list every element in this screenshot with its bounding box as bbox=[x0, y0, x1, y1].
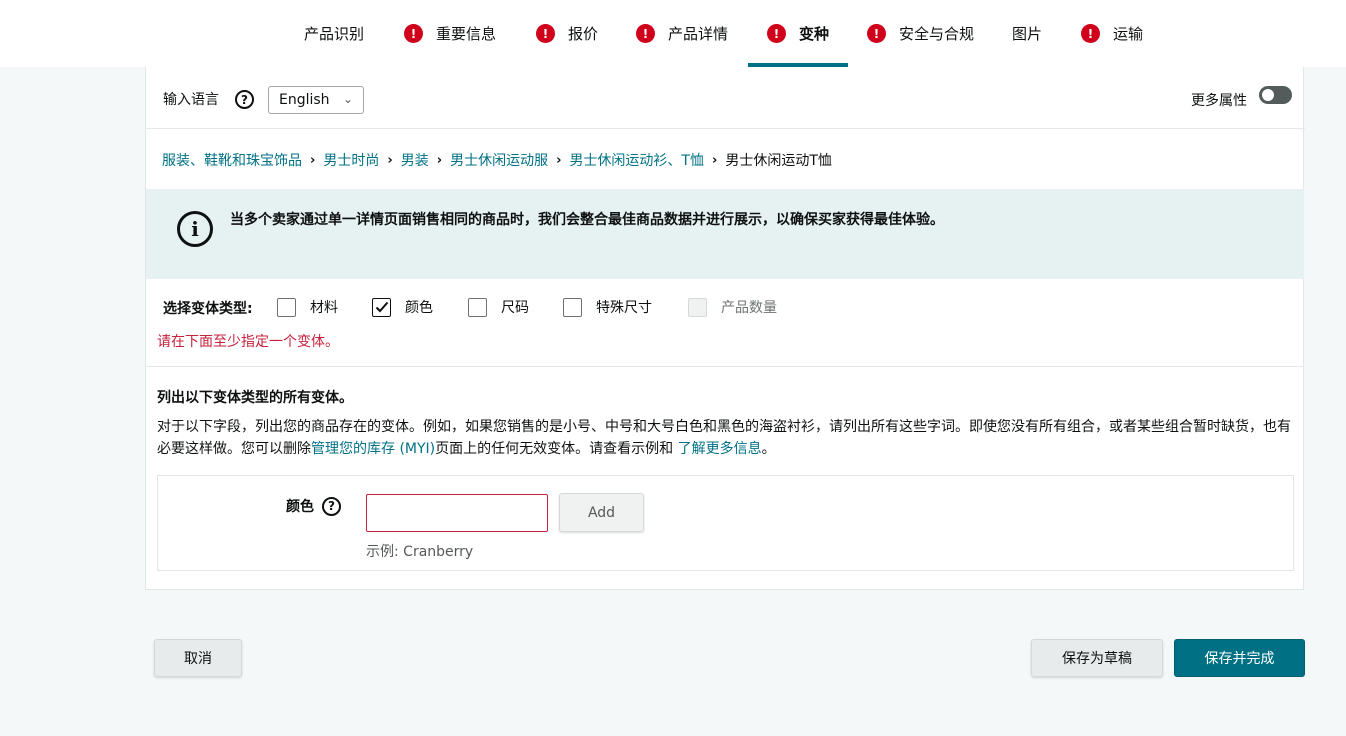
checkbox-label: 尺码 bbox=[501, 300, 529, 316]
checkbox-label: 产品数量 bbox=[721, 300, 777, 316]
tab-label: 报价 bbox=[568, 25, 599, 43]
checkbox-special-size[interactable]: 特殊尺寸 bbox=[563, 297, 652, 317]
tab-label: 安全与合规 bbox=[899, 25, 975, 43]
tab-variations[interactable]: ! 变种 bbox=[767, 0, 829, 67]
checkbox-box[interactable] bbox=[277, 297, 296, 317]
cancel-button[interactable]: 取消 bbox=[154, 639, 242, 677]
alert-icon: ! bbox=[536, 24, 555, 43]
breadcrumb-link[interactable]: 男士时尚 bbox=[323, 150, 379, 170]
checkbox-box[interactable] bbox=[468, 297, 487, 317]
add-color-button[interactable]: Add bbox=[559, 493, 644, 532]
language-selected-value: English bbox=[279, 92, 330, 108]
variation-error-message: 请在下面至少指定一个变体。 bbox=[157, 334, 339, 350]
language-select[interactable]: English ⌄ bbox=[268, 86, 364, 114]
learn-more-link[interactable]: 了解更多信息 bbox=[678, 441, 762, 457]
tab-offer[interactable]: ! 报价 bbox=[536, 0, 598, 67]
color-label: 颜色 ? bbox=[286, 496, 341, 516]
chevron-right-icon: › bbox=[387, 152, 393, 168]
breadcrumb-link[interactable]: 男士休闲运动服 bbox=[450, 150, 548, 170]
info-alert: i 当多个卖家通过单一详情页面销售相同的商品时，我们会整合最佳商品数据并进行展示… bbox=[146, 189, 1304, 279]
desc-text: 页面上的任何无效变体。请查看示例和 bbox=[435, 441, 678, 457]
tab-vital-info[interactable]: ! 重要信息 bbox=[404, 0, 496, 67]
tab-label: 变种 bbox=[799, 25, 830, 43]
more-attributes-label: 更多属性 bbox=[1191, 93, 1247, 109]
tab-images[interactable]: 图片 bbox=[1012, 0, 1042, 67]
checkbox-material[interactable]: 材料 bbox=[277, 297, 338, 317]
checkbox-item-quantity: 产品数量 bbox=[688, 297, 777, 317]
tab-label: 运输 bbox=[1113, 25, 1144, 43]
tab-product-identity[interactable]: 产品识别 bbox=[304, 0, 364, 67]
save-and-finish-button[interactable]: 保存并完成 bbox=[1174, 639, 1305, 677]
color-input[interactable] bbox=[366, 494, 548, 532]
help-icon[interactable]: ? bbox=[235, 90, 254, 109]
top-tab-bar: 产品识别 ! 重要信息 ! 报价 ! 产品详情 ! 变种 ! 安全与合规 图片 … bbox=[0, 0, 1346, 67]
language-label: 输入语言 bbox=[163, 92, 219, 108]
variation-type-label: 选择变体类型: bbox=[163, 301, 253, 317]
variations-panel: 输入语言 ? English ⌄ 更多属性 服装、鞋靴和珠宝饰品 › 男士时尚 … bbox=[145, 67, 1305, 590]
alert-icon: ! bbox=[867, 24, 886, 43]
color-example: 示例: Cranberry bbox=[366, 544, 474, 560]
variants-description: 对于以下字段，列出您的商品存在的变体。例如，如果您销售的是小号、中号和大号白色和… bbox=[157, 416, 1297, 460]
checkbox-label: 特殊尺寸 bbox=[596, 300, 652, 316]
tab-product-details[interactable]: ! 产品详情 bbox=[636, 0, 728, 67]
variation-type-row: 选择变体类型: 材料 颜色 尺码 特殊尺寸 产品数量 请在下面至少指定一个变体。 bbox=[146, 279, 1304, 367]
tab-label: 产品识别 bbox=[304, 25, 365, 43]
breadcrumb: 服装、鞋靴和珠宝饰品 › 男士时尚 › 男装 › 男士休闲运动服 › 男士休闲运… bbox=[162, 150, 832, 170]
variants-heading: 列出以下变体类型的所有变体。 bbox=[157, 390, 353, 406]
checkbox-box[interactable] bbox=[563, 297, 582, 317]
tab-label: 重要信息 bbox=[436, 25, 497, 43]
checkbox-box bbox=[688, 297, 707, 317]
more-attributes-toggle[interactable] bbox=[1259, 86, 1292, 104]
tab-safety-compliance[interactable]: ! 安全与合规 bbox=[867, 0, 974, 67]
check-icon bbox=[375, 301, 388, 313]
chevron-right-icon: › bbox=[712, 152, 718, 168]
checkbox-size[interactable]: 尺码 bbox=[468, 297, 529, 317]
breadcrumb-current: 男士休闲运动T恤 bbox=[725, 153, 832, 169]
tab-label: 图片 bbox=[1012, 25, 1043, 43]
checkbox-label: 材料 bbox=[310, 300, 338, 316]
alert-icon: ! bbox=[404, 24, 423, 43]
chevron-right-icon: › bbox=[556, 152, 562, 168]
breadcrumb-link[interactable]: 男士休闲运动衫、T恤 bbox=[569, 150, 704, 170]
help-icon[interactable]: ? bbox=[322, 496, 341, 516]
alert-icon: ! bbox=[767, 24, 786, 43]
save-draft-button[interactable]: 保存为草稿 bbox=[1031, 639, 1163, 677]
chevron-down-icon: ⌄ bbox=[342, 92, 353, 106]
chevron-right-icon: › bbox=[310, 152, 316, 168]
breadcrumb-link[interactable]: 男装 bbox=[401, 150, 429, 170]
checkbox-label: 颜色 bbox=[405, 300, 433, 316]
desc-text: 。 bbox=[761, 441, 776, 457]
language-row: 输入语言 ? English ⌄ 更多属性 bbox=[146, 67, 1305, 129]
breadcrumb-link[interactable]: 服装、鞋靴和珠宝饰品 bbox=[162, 150, 302, 170]
toggle-knob bbox=[1262, 89, 1274, 101]
checkbox-color[interactable]: 颜色 bbox=[372, 297, 433, 317]
checkbox-box[interactable] bbox=[372, 297, 391, 317]
chevron-right-icon: › bbox=[436, 152, 443, 168]
tab-label: 产品详情 bbox=[668, 25, 729, 43]
color-variant-box: 颜色 ? Add 示例: Cranberry bbox=[157, 475, 1294, 571]
info-text: 当多个卖家通过单一详情页面销售相同的商品时，我们会整合最佳商品数据并进行展示，以… bbox=[230, 212, 944, 228]
alert-icon: ! bbox=[636, 24, 655, 43]
manage-inventory-link[interactable]: 管理您的库存 (MYI) bbox=[311, 441, 435, 457]
color-label-text: 颜色 bbox=[286, 499, 314, 515]
alert-icon: ! bbox=[1081, 24, 1100, 43]
info-icon: i bbox=[177, 211, 213, 247]
tab-shipping[interactable]: ! 运输 bbox=[1081, 0, 1143, 67]
